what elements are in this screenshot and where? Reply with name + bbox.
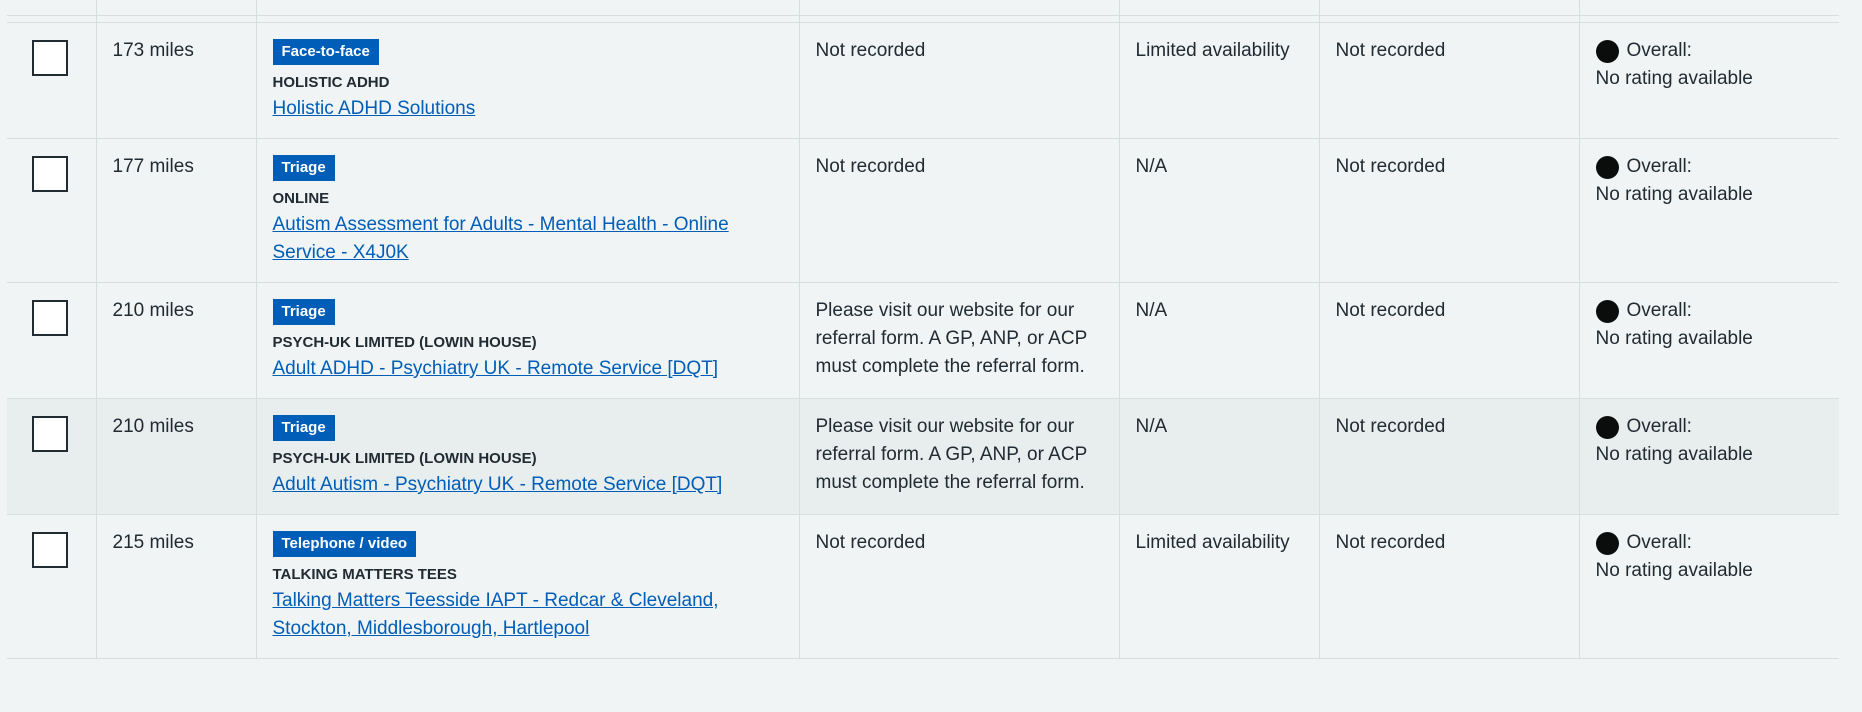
service-link[interactable]: Adult Autism - Psychiatry UK - Remote Se…: [273, 471, 783, 499]
service-type-tag: Triage: [272, 299, 335, 325]
rating-dot-icon: [1595, 155, 1619, 179]
service-cell: Telephone / video TALKING MATTERS TEES T…: [256, 514, 800, 659]
rating-value: No rating available: [1595, 184, 1753, 205]
rating-cell: Overall: No rating available: [1579, 138, 1839, 283]
organisation-name: PSYCH-UK LIMITED (LOWIN HOUSE): [272, 334, 537, 351]
organisation-name: HOLISTIC ADHD: [272, 74, 390, 91]
rating-label: Overall:: [1626, 416, 1692, 437]
services-table: 173 miles Face-to-face HOLISTIC ADHD Hol…: [7, 0, 1839, 659]
rating-dot-icon: [1595, 531, 1619, 555]
service-cell: Triage ONLINE Autism Assessment for Adul…: [256, 138, 800, 283]
service-type-tag: Triage: [272, 155, 335, 181]
select-cell: [7, 398, 97, 515]
waiting-time-cell: N/A: [1119, 282, 1320, 399]
rating-value: No rating available: [1595, 328, 1753, 349]
rating-cell: Overall: No rating available: [1579, 398, 1839, 515]
rating-value: No rating available: [1595, 560, 1753, 581]
table-row: 210 miles Triage PSYCH-UK LIMITED (LOWIN…: [7, 282, 1839, 399]
compare-checkbox[interactable]: [32, 156, 68, 192]
service-link[interactable]: Holistic ADHD Solutions: [273, 95, 783, 123]
recommendation-cell: Not recorded: [1319, 282, 1580, 399]
recommendation-cell: Not recorded: [1319, 514, 1580, 659]
compare-checkbox[interactable]: [32, 40, 68, 76]
table-row: 215 miles Telephone / video TALKING MATT…: [7, 514, 1839, 659]
compare-checkbox[interactable]: [32, 416, 68, 452]
rating-label: Overall:: [1626, 300, 1692, 321]
service-type-tag: Triage: [272, 415, 335, 441]
compare-checkbox[interactable]: [32, 300, 68, 336]
rating-value: No rating available: [1595, 68, 1753, 89]
service-type-tag: Telephone / video: [272, 531, 417, 557]
table-row: 210 miles Triage PSYCH-UK LIMITED (LOWIN…: [7, 398, 1839, 515]
waiting-time-cell: N/A: [1119, 398, 1320, 515]
waiting-time-cell: N/A: [1119, 138, 1320, 283]
distance-cell: 210 miles: [96, 282, 257, 399]
rating-cell: Overall: No rating available: [1579, 514, 1839, 659]
rating-cell: Overall: No rating available: [1579, 22, 1839, 139]
table-row: 177 miles Triage ONLINE Autism Assessmen…: [7, 138, 1839, 283]
compare-checkbox[interactable]: [32, 532, 68, 568]
service-type-tag: Face-to-face: [272, 39, 379, 65]
recommendation-cell: Not recorded: [1319, 22, 1580, 139]
referral-cell: Not recorded: [799, 514, 1120, 659]
rating-label: Overall:: [1626, 40, 1692, 61]
service-cell: Triage PSYCH-UK LIMITED (LOWIN HOUSE) Ad…: [256, 282, 800, 399]
referral-cell: Not recorded: [799, 138, 1120, 283]
service-cell: Face-to-face HOLISTIC ADHD Holistic ADHD…: [256, 22, 800, 139]
rating-dot-icon: [1595, 39, 1619, 63]
rating-dot-icon: [1595, 299, 1619, 323]
select-cell: [7, 282, 97, 399]
distance-cell: 173 miles: [96, 22, 257, 139]
organisation-name: PSYCH-UK LIMITED (LOWIN HOUSE): [272, 450, 537, 467]
waiting-time-cell: Limited availability: [1119, 514, 1320, 659]
table-header-remnant: [7, 0, 1839, 16]
rating-label: Overall:: [1626, 156, 1692, 177]
distance-cell: 177 miles: [96, 138, 257, 283]
recommendation-cell: Not recorded: [1319, 398, 1580, 515]
table-row: 173 miles Face-to-face HOLISTIC ADHD Hol…: [7, 22, 1839, 139]
table-header-divider: [7, 15, 1839, 23]
rating-dot-icon: [1595, 415, 1619, 439]
service-link[interactable]: Talking Matters Teesside IAPT - Redcar &…: [273, 587, 783, 643]
organisation-name: TALKING MATTERS TEES: [272, 566, 457, 583]
organisation-name: ONLINE: [272, 190, 330, 207]
recommendation-cell: Not recorded: [1319, 138, 1580, 283]
rating-value: No rating available: [1595, 444, 1753, 465]
service-link[interactable]: Adult ADHD - Psychiatry UK - Remote Serv…: [273, 355, 783, 383]
waiting-time-cell: Limited availability: [1119, 22, 1320, 139]
rating-label: Overall:: [1626, 532, 1692, 553]
rating-cell: Overall: No rating available: [1579, 282, 1839, 399]
referral-cell: Not recorded: [799, 22, 1120, 139]
distance-cell: 215 miles: [96, 514, 257, 659]
service-cell: Triage PSYCH-UK LIMITED (LOWIN HOUSE) Ad…: [256, 398, 800, 515]
select-cell: [7, 138, 97, 283]
referral-cell: Please visit our website for our referra…: [799, 398, 1120, 515]
distance-cell: 210 miles: [96, 398, 257, 515]
referral-cell: Please visit our website for our referra…: [799, 282, 1120, 399]
results-page: 173 miles Face-to-face HOLISTIC ADHD Hol…: [0, 0, 1862, 712]
select-cell: [7, 514, 97, 659]
select-cell: [7, 22, 97, 139]
service-link[interactable]: Autism Assessment for Adults - Mental He…: [273, 211, 783, 267]
